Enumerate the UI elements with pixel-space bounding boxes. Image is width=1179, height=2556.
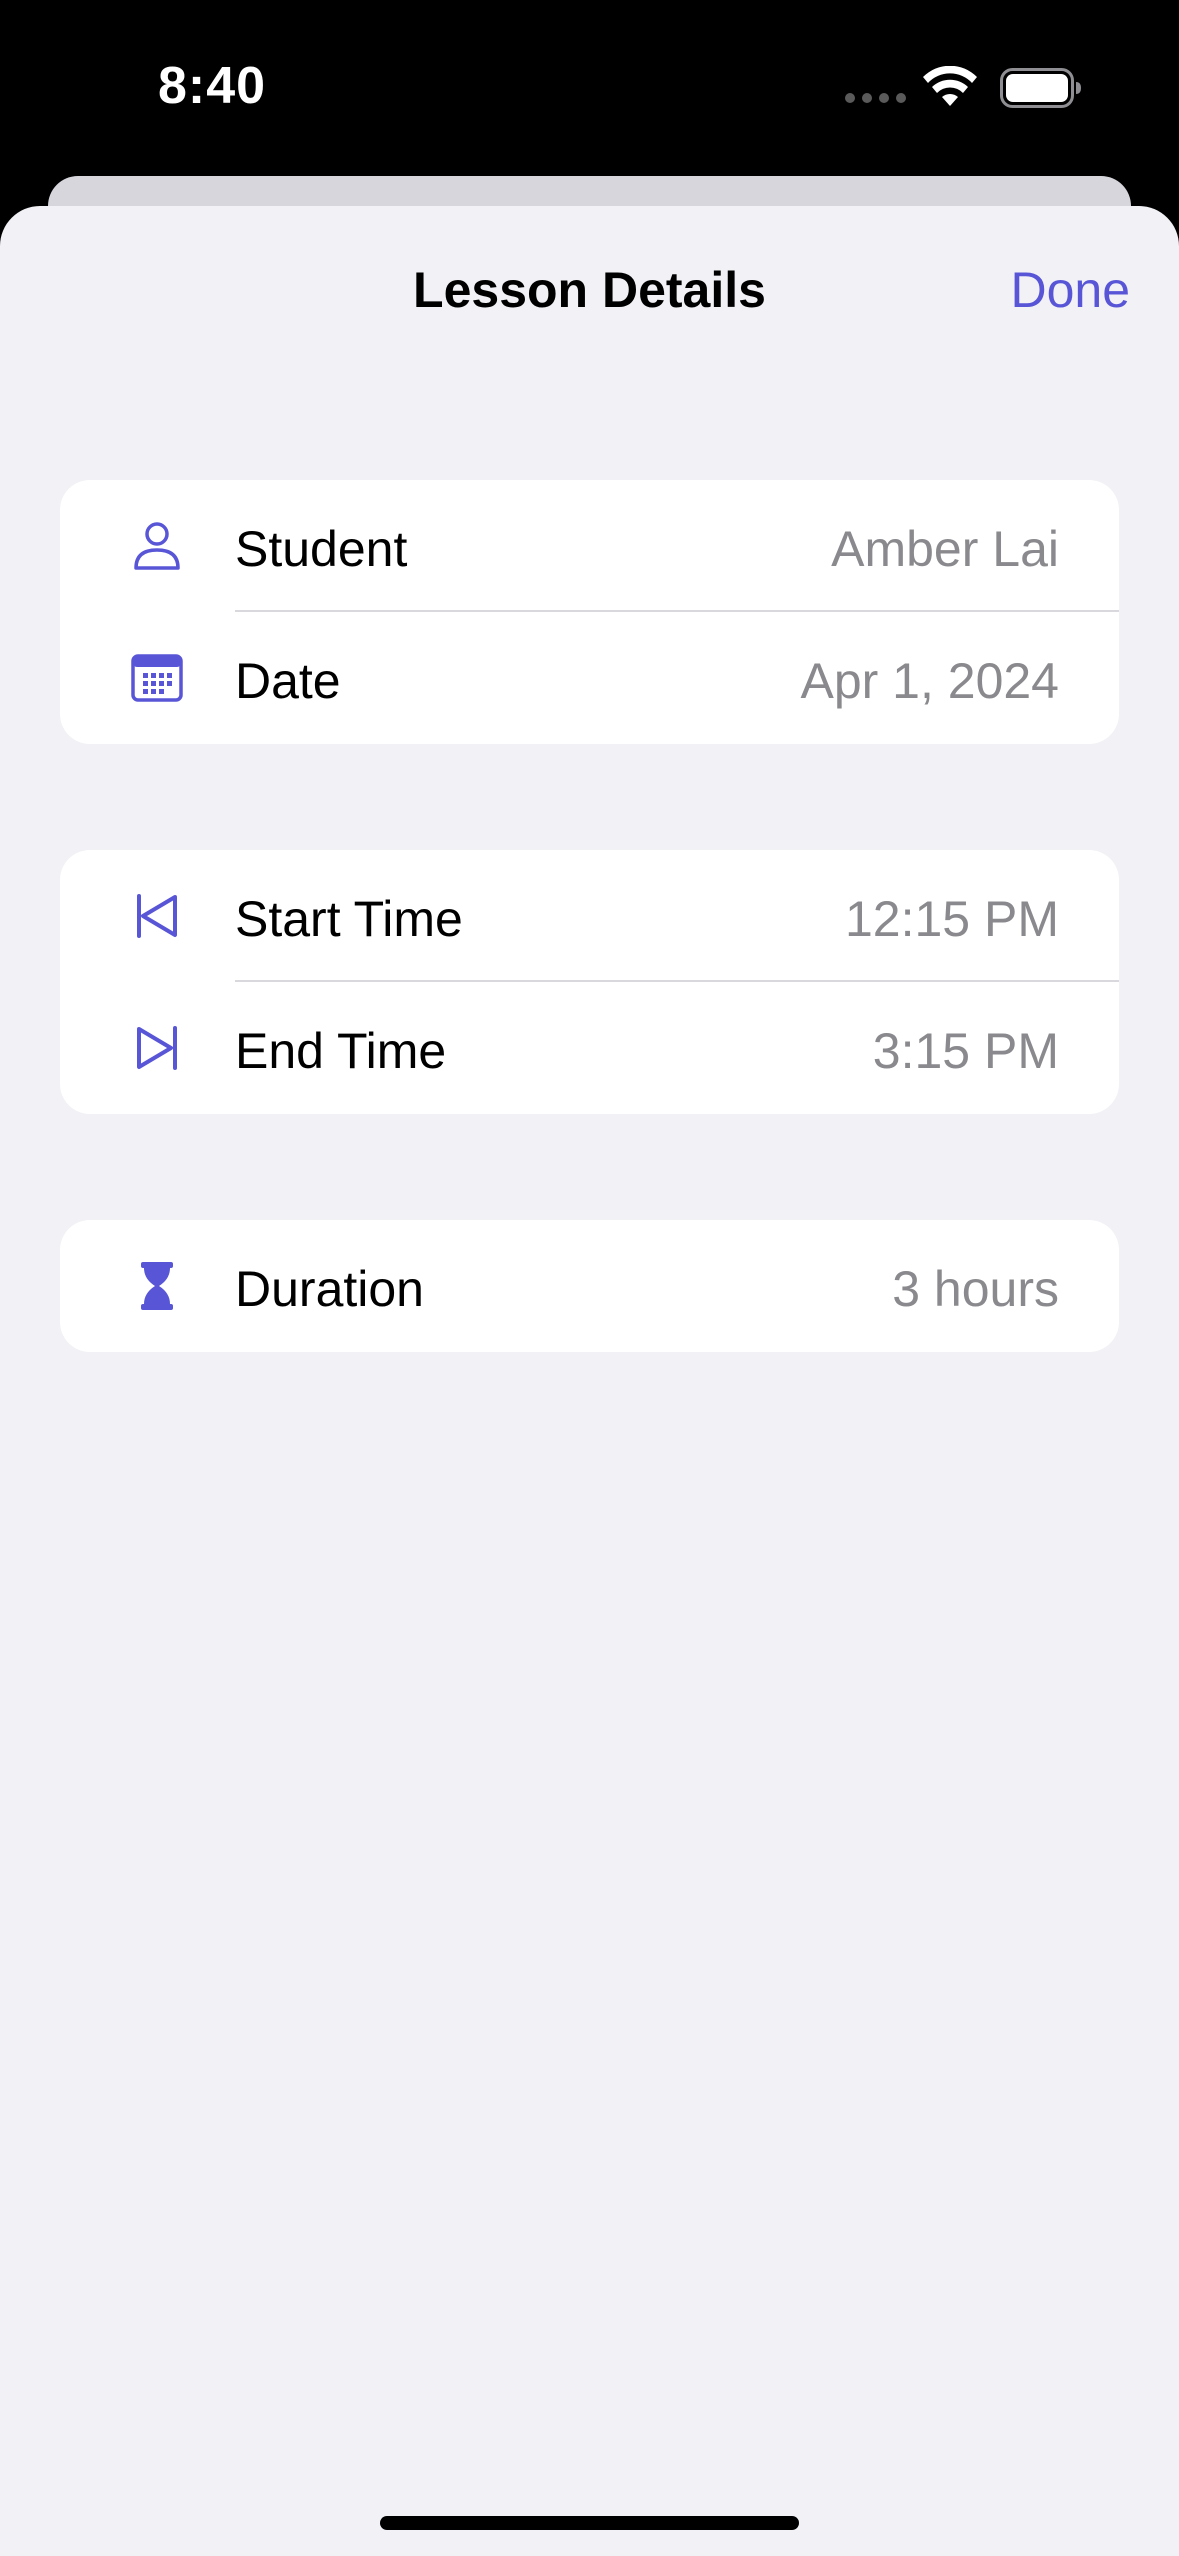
battery-icon — [1000, 68, 1081, 108]
wifi-icon — [923, 66, 977, 106]
student-date-group: Student Amber Lai Date Apr 1, 2024 — [60, 480, 1119, 744]
start-time-label: Start Time — [235, 891, 463, 947]
date-row[interactable]: Date Apr 1, 2024 — [60, 612, 1119, 744]
date-value[interactable]: Apr 1, 2024 — [800, 652, 1059, 710]
student-label: Student — [235, 521, 408, 577]
page-title: Lesson Details — [413, 262, 766, 318]
student-row[interactable]: Student Amber Lai — [60, 480, 1119, 612]
status-bar: 8:40 — [0, 0, 1179, 177]
student-value: Amber Lai — [831, 521, 1059, 577]
home-indicator[interactable] — [380, 2516, 799, 2530]
start-time-row[interactable]: Start Time 12:15 PM — [60, 850, 1119, 982]
backward-end-icon — [137, 894, 177, 938]
end-time-value[interactable]: 3:15 PM — [873, 1022, 1059, 1080]
hourglass-icon — [141, 1262, 173, 1310]
duration-label: Duration — [235, 1261, 424, 1317]
time-group: Start Time 12:15 PM End Time 3:15 PM — [60, 850, 1119, 1114]
duration-value: 3 hours — [892, 1261, 1059, 1317]
start-time-value[interactable]: 12:15 PM — [845, 890, 1059, 948]
done-button[interactable]: Done — [1010, 261, 1130, 319]
forward-end-icon — [137, 1026, 177, 1070]
calendar-icon — [131, 654, 183, 702]
person-icon — [134, 522, 180, 570]
end-time-label: End Time — [235, 1023, 447, 1079]
end-time-row[interactable]: End Time 3:15 PM — [60, 982, 1119, 1114]
cellular-signal-icon — [845, 93, 906, 103]
duration-row[interactable]: Duration 3 hours — [60, 1220, 1119, 1352]
date-label: Date — [235, 653, 341, 709]
status-time: 8:40 — [158, 57, 267, 115]
duration-group: Duration 3 hours — [60, 1220, 1119, 1352]
